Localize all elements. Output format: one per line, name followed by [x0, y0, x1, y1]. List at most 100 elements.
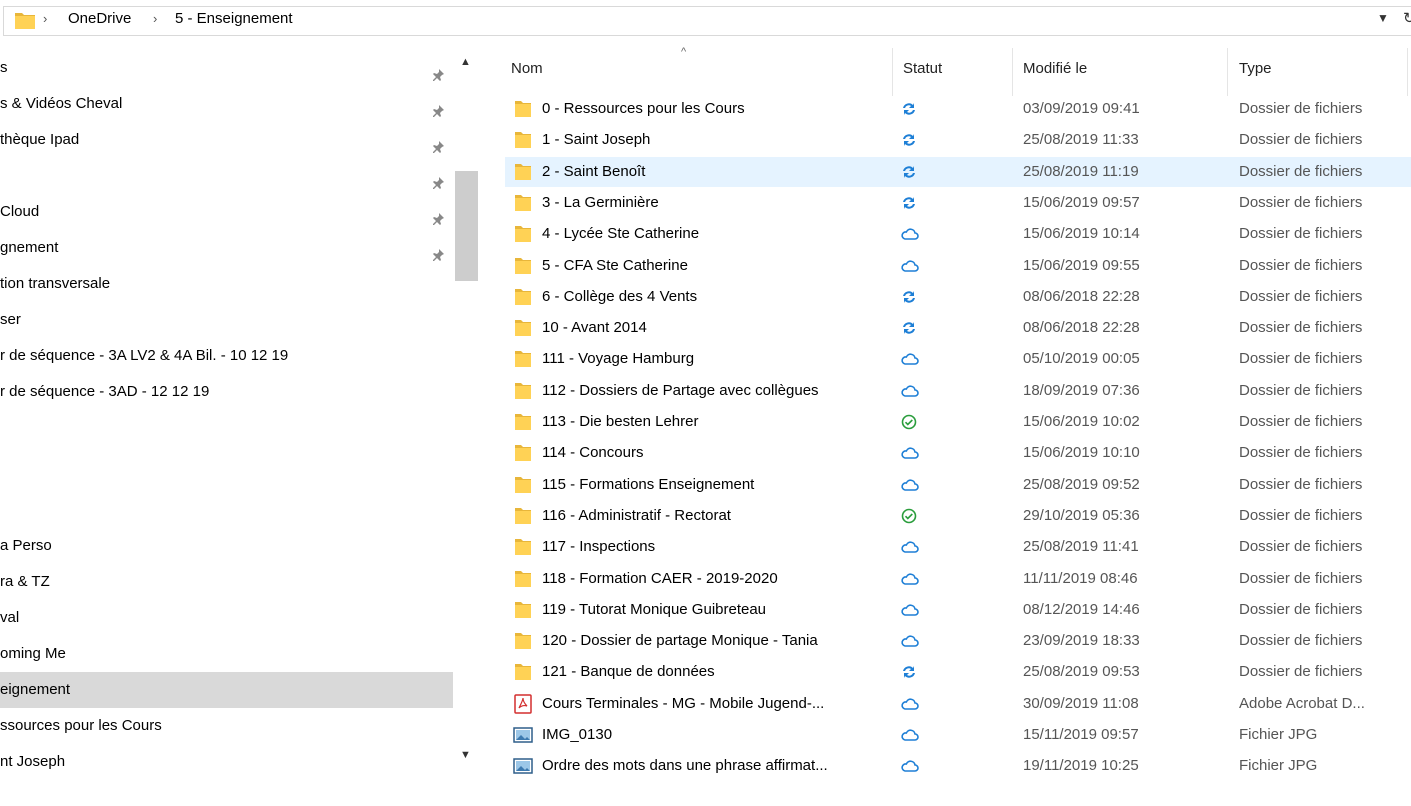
file-row[interactable]: IMG_0130 15/11/2019 09:57 Fichier JPG — [505, 720, 1411, 750]
file-modified: 03/09/2019 09:41 — [1023, 100, 1140, 117]
nav-item[interactable]: gnement — [0, 230, 453, 266]
nav-item-label: ser — [0, 311, 21, 328]
file-modified: 25/08/2019 11:41 — [1023, 538, 1139, 556]
file-row[interactable]: 118 - Formation CAER - 2019-2020 11/11/20… — [505, 564, 1411, 594]
sort-ascending-icon: ^ — [681, 46, 687, 58]
nav-item[interactable]: Cloud — [0, 194, 453, 230]
cloud-icon — [900, 350, 920, 372]
file-modified: 11/11/2019 08:46 — [1023, 569, 1138, 587]
file-row[interactable]: 4 - Lycée Ste Catherine 15/06/2019 10:14 D… — [505, 219, 1411, 249]
file-row[interactable]: 116 - Administratif - Rectorat 29/10/2019… — [505, 501, 1411, 531]
file-type: Dossier de fichiers — [1239, 350, 1363, 368]
file-type: Dossier de fichiers — [1239, 413, 1363, 430]
nav-item[interactable]: val — [0, 600, 453, 636]
nav-item[interactable]: oming Me — [0, 636, 453, 672]
file-row[interactable]: Cours Terminales - MG - Mobile Jugend-..… — [505, 689, 1411, 719]
cloud-icon — [900, 757, 920, 779]
column-header-type[interactable]: Type — [1239, 60, 1272, 77]
nav-item[interactable]: a Perso — [0, 528, 453, 564]
nav-item-label: s — [0, 59, 8, 76]
column-divider[interactable] — [1227, 48, 1228, 96]
breadcrumb-onedrive[interactable]: OneDrive — [68, 10, 131, 27]
file-name: 121 - Banque de données — [542, 663, 715, 681]
folder-icon — [513, 475, 533, 499]
file-modified: 25/08/2019 11:19 — [1023, 162, 1139, 180]
nav-item[interactable]: ssources pour les Cours — [0, 708, 453, 744]
file-name: 118 - Formation CAER - 2019-2020 — [542, 569, 778, 587]
nav-item[interactable]: s & Vidéos Cheval — [0, 86, 453, 122]
file-type: Dossier de fichiers — [1239, 162, 1363, 180]
scroll-down-icon[interactable]: ▼ — [460, 749, 471, 761]
nav-item[interactable]: s — [0, 50, 453, 86]
folder-icon — [513, 287, 533, 311]
column-header-name[interactable]: Nom — [511, 60, 543, 77]
column-divider[interactable] — [1012, 48, 1013, 96]
file-type: Dossier de fichiers — [1239, 663, 1363, 681]
nav-item[interactable]: nt Joseph — [0, 744, 453, 780]
nav-item[interactable] — [0, 410, 453, 446]
folder-icon — [513, 224, 533, 248]
file-row[interactable]: 111 - Voyage Hamburg 05/10/2019 00:05 Doss… — [505, 344, 1411, 374]
file-type: Adobe Acrobat D... — [1239, 694, 1365, 712]
file-row[interactable]: Ordre des mots dans une phrase affirmat.… — [505, 751, 1411, 781]
file-row[interactable]: 117 - Inspections 25/08/2019 11:41 Dossier… — [505, 532, 1411, 562]
refresh-icon[interactable]: ↻ — [1403, 9, 1411, 27]
file-name: 119 - Tutorat Monique Guibreteau — [542, 600, 767, 618]
file-name: IMG_0130 — [542, 726, 613, 743]
file-type: Dossier de fichiers — [1239, 381, 1363, 399]
file-row[interactable]: 1 - Saint Joseph 25/08/2019 11:33 Dossier … — [505, 125, 1411, 155]
file-row[interactable]: 119 - Tutorat Monique Guibreteau 08/12/20… — [505, 595, 1411, 625]
file-row[interactable]: 10 - Avant 2014 08/06/2018 22:28 Dossier d… — [505, 313, 1411, 343]
scroll-up-icon[interactable]: ▲ — [460, 56, 471, 68]
nav-item[interactable]: eignement — [0, 672, 453, 708]
nav-item[interactable]: ra & TZ — [0, 564, 453, 600]
nav-item[interactable]: r de séquence - 3AD - 12 12 19 — [0, 374, 453, 410]
scrollbar-thumb[interactable] — [455, 171, 478, 281]
cloud-icon — [900, 726, 920, 748]
file-row[interactable]: 5 - CFA Ste Catherine 15/06/2019 09:55 Dos… — [505, 251, 1411, 281]
sync-icon — [900, 100, 918, 122]
nav-item[interactable] — [0, 482, 453, 518]
file-modified: 25/08/2019 11:33 — [1023, 131, 1139, 149]
file-type: Dossier de fichiers — [1239, 131, 1363, 149]
nav-item[interactable]: ser — [0, 302, 453, 338]
breadcrumb-current[interactable]: 5 - Enseignement — [175, 10, 293, 27]
file-row[interactable]: 113 - Die besten Lehrer 15/06/2019 10:02 D… — [505, 407, 1411, 437]
cloud-icon — [900, 695, 920, 717]
nav-item[interactable]: tion transversale — [0, 266, 453, 302]
file-modified: 29/10/2019 05:36 — [1023, 506, 1140, 524]
file-modified: 30/09/2019 11:08 — [1023, 694, 1139, 712]
folder-icon — [513, 349, 533, 373]
column-divider[interactable] — [892, 48, 893, 96]
file-row[interactable]: 115 - Formations Enseignement 25/08/2019 … — [505, 470, 1411, 500]
file-row[interactable]: 6 - Collège des 4 Vents 08/06/2018 22:28 D… — [505, 282, 1411, 312]
file-name: 2 - Saint Benoît — [542, 162, 646, 180]
file-row[interactable]: 3 - La Germinière 15/06/2019 09:57 Dossier… — [505, 188, 1411, 218]
folder-icon — [513, 130, 533, 154]
nav-item[interactable]: r de séquence - 3A LV2 & 4A Bil. - 10 12… — [0, 338, 453, 374]
file-type: Fichier JPG — [1239, 726, 1318, 743]
nav-scrollbar[interactable]: ▲ ▼ — [454, 50, 480, 772]
nav-item-label: tion transversale — [0, 275, 111, 292]
file-modified: 25/08/2019 09:52 — [1023, 475, 1140, 493]
file-modified: 15/11/2019 09:57 — [1023, 726, 1139, 743]
address-bar[interactable]: › OneDrive › 5 - Enseignement ▼ ↻ — [0, 0, 1411, 40]
folder-icon — [513, 99, 533, 123]
file-row[interactable]: 112 - Dossiers de Partage avec collègues… — [505, 376, 1411, 406]
file-row[interactable]: 0 - Ressources pour les Cours 03/09/2019 … — [505, 94, 1411, 124]
column-header-modified[interactable]: Modifié le — [1023, 60, 1087, 77]
chevron-down-icon[interactable]: ▼ — [1377, 11, 1389, 25]
column-divider[interactable] — [1407, 48, 1408, 96]
sync-icon — [900, 288, 918, 310]
file-row[interactable]: 2 - Saint Benoît 25/08/2019 11:19 Dossier … — [505, 156, 1411, 187]
folder-icon — [513, 162, 533, 186]
column-header-status[interactable]: Statut — [903, 60, 942, 77]
nav-item[interactable]: thèque Ipad — [0, 122, 453, 158]
file-row[interactable]: 120 - Dossier de partage Monique - Tania… — [505, 626, 1411, 656]
nav-item[interactable] — [0, 158, 453, 194]
pdf-icon — [513, 693, 533, 718]
nav-item[interactable] — [0, 446, 453, 482]
folder-icon — [513, 318, 533, 342]
file-row[interactable]: 121 - Banque de données 25/08/2019 09:53 D… — [505, 657, 1411, 687]
file-row[interactable]: 114 - Concours 15/06/2019 10:10 Dossier de… — [505, 438, 1411, 468]
